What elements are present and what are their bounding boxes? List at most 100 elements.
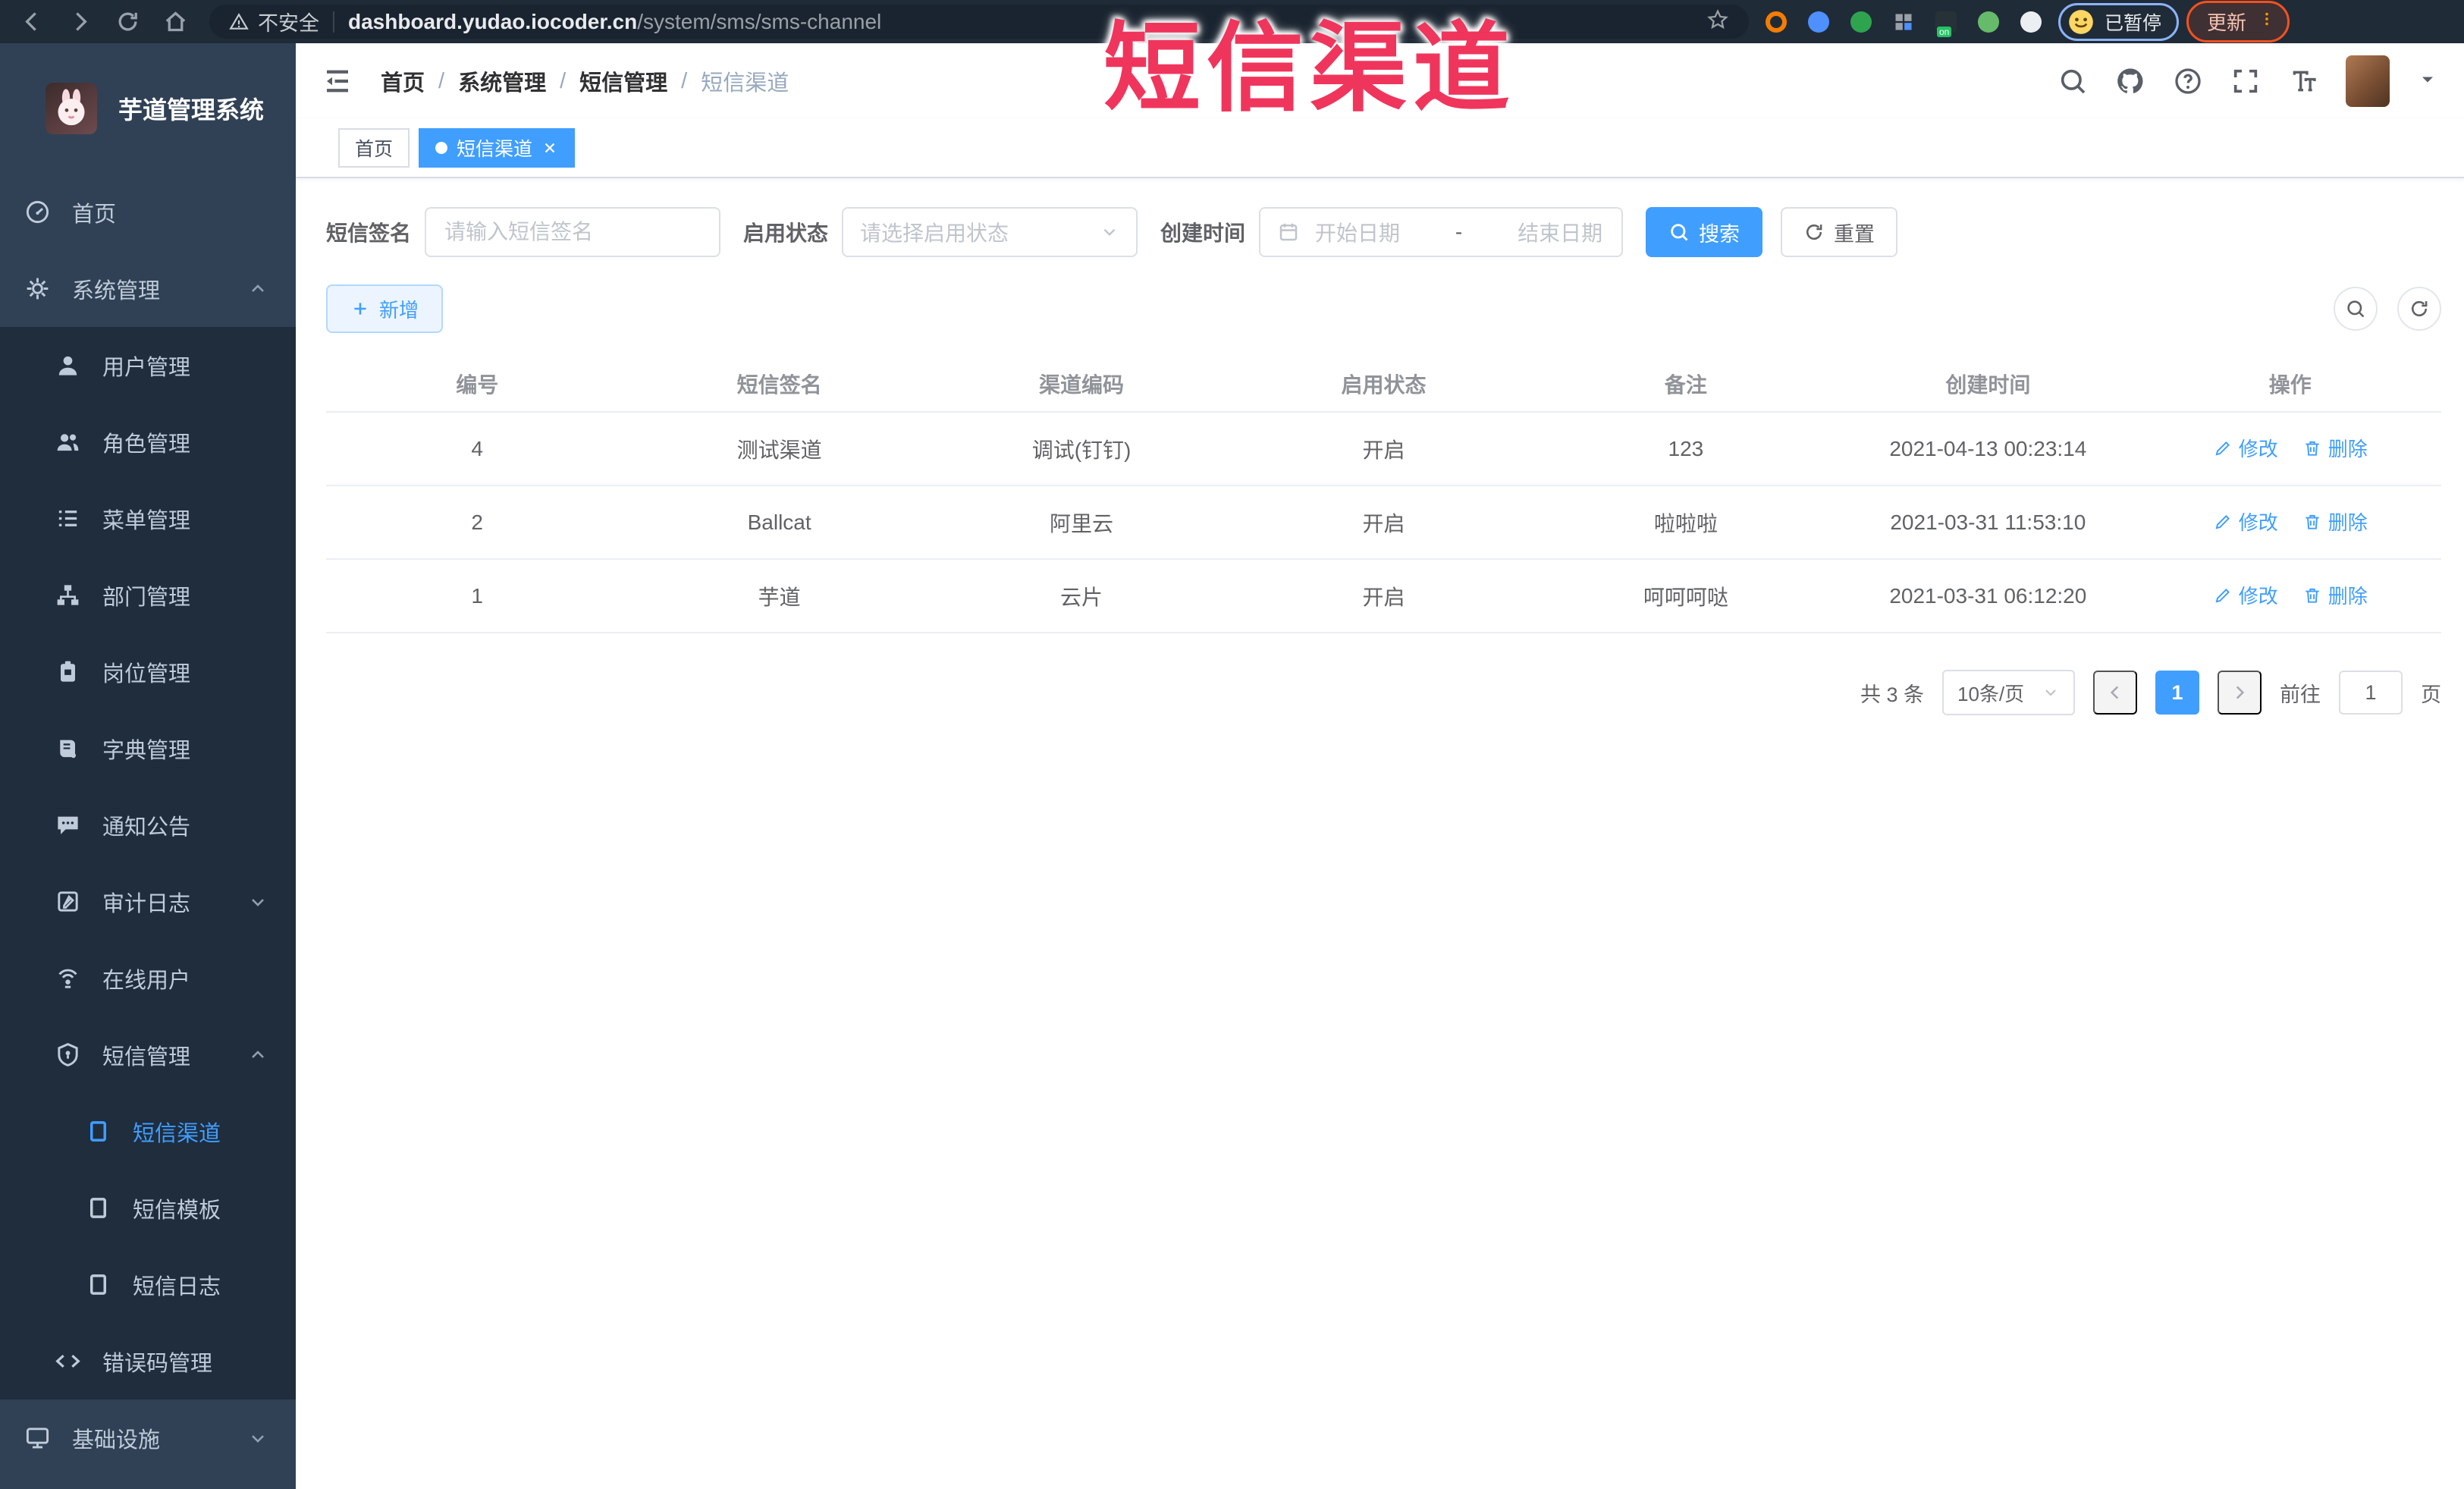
extension-puzzle-icon[interactable] bbox=[2019, 10, 2043, 34]
status-placeholder: 请选择启用状态 bbox=[860, 221, 1009, 245]
sidebar-item-5[interactable]: 部门管理 bbox=[0, 557, 296, 633]
table-header-2: 渠道编码 bbox=[930, 356, 1233, 413]
online-users-icon bbox=[58, 969, 77, 988]
delete-link[interactable]: 删除 bbox=[2302, 581, 2368, 609]
page-size-select[interactable]: 10条/页 bbox=[1942, 670, 2075, 715]
browser-menu-icon[interactable] bbox=[2258, 8, 2275, 36]
breadcrumb-item[interactable]: 首页 bbox=[381, 65, 425, 97]
app-title: 芋道管理系统 bbox=[118, 96, 265, 124]
reload-icon[interactable] bbox=[115, 9, 140, 34]
sidebar-item-9[interactable]: 审计日志 bbox=[0, 863, 296, 940]
security-label: 不安全 bbox=[258, 12, 319, 35]
user-icon bbox=[58, 356, 77, 375]
dashboard-icon bbox=[26, 200, 49, 224]
extension-green-check-icon[interactable] bbox=[1849, 10, 1873, 34]
search-button[interactable]: 搜索 bbox=[1646, 207, 1763, 257]
table-cell: 1 bbox=[326, 559, 629, 633]
delete-link[interactable]: 删除 bbox=[2302, 507, 2368, 536]
tabs-bar: 首页 短信渠道 bbox=[296, 119, 2464, 178]
status-select[interactable]: 请选择启用状态 bbox=[842, 207, 1138, 257]
sidebar-item-0[interactable]: 首页 bbox=[0, 174, 296, 250]
sidebar-item-2[interactable]: 用户管理 bbox=[0, 327, 296, 404]
add-button-label: 新增 bbox=[379, 298, 419, 322]
update-button[interactable]: 更新 bbox=[2186, 1, 2290, 42]
table-cell-actions: 修改 删除 bbox=[2139, 485, 2441, 560]
sidebar-item-16[interactable]: 基础设施 bbox=[0, 1399, 296, 1476]
paused-extension-badge[interactable]: 已暂停 bbox=[2058, 2, 2180, 41]
reset-button[interactable]: 重置 bbox=[1781, 207, 1898, 257]
sidebar-item-3[interactable]: 角色管理 bbox=[0, 404, 296, 480]
extension-on-badge-icon[interactable]: on bbox=[1934, 10, 1958, 37]
code-icon bbox=[55, 1355, 80, 1368]
toggle-search-button[interactable] bbox=[2334, 287, 2378, 331]
time-label: 创建时间 bbox=[1160, 221, 1246, 245]
bookmark-star-icon[interactable] bbox=[1706, 8, 1729, 35]
prev-page-button[interactable] bbox=[2093, 671, 2137, 715]
tab-home[interactable]: 首页 bbox=[338, 128, 410, 168]
search-icon[interactable] bbox=[2058, 66, 2088, 96]
sidebar-item-label: 在线用户 bbox=[102, 968, 191, 993]
reset-button-label: 重置 bbox=[1834, 222, 1875, 246]
sidebar-item-6[interactable]: 岗位管理 bbox=[0, 633, 296, 710]
extension-leaf-icon[interactable] bbox=[1976, 10, 2001, 34]
sidebar-item-7[interactable]: 字典管理 bbox=[0, 710, 296, 787]
date-range-picker[interactable]: 开始日期 - 结束日期 bbox=[1259, 207, 1624, 257]
forward-icon[interactable] bbox=[67, 9, 93, 34]
sidebar-item-14[interactable]: 短信日志 bbox=[0, 1246, 296, 1323]
delete-icon bbox=[2305, 588, 2319, 603]
sign-input[interactable] bbox=[425, 207, 721, 257]
back-icon[interactable] bbox=[20, 9, 45, 34]
user-avatar[interactable] bbox=[2346, 55, 2390, 107]
extension-grid-icon[interactable] bbox=[1891, 10, 1916, 34]
font-size-icon[interactable] bbox=[2288, 66, 2318, 96]
edit-link[interactable]: 修改 bbox=[2213, 507, 2278, 536]
breadcrumb-item[interactable]: 短信管理 bbox=[579, 65, 667, 97]
close-tab-icon[interactable] bbox=[541, 140, 558, 156]
tab-sms-channel[interactable]: 短信渠道 bbox=[419, 128, 576, 168]
breadcrumb-item[interactable]: 系统管理 bbox=[458, 65, 546, 97]
github-icon[interactable] bbox=[2115, 66, 2145, 96]
extension-location-icon[interactable] bbox=[1806, 10, 1831, 34]
sidebar-item-13[interactable]: 短信模板 bbox=[0, 1170, 296, 1246]
sidebar-item-11[interactable]: 短信管理 bbox=[0, 1016, 296, 1093]
logo-image bbox=[46, 83, 97, 134]
address-bar[interactable]: 不安全 dashboard.yudao.iocoder.cn/system/sm… bbox=[209, 5, 1749, 39]
breadcrumb-item: 短信渠道 bbox=[701, 71, 789, 96]
edit-link[interactable]: 修改 bbox=[2213, 434, 2278, 462]
sidebar-item-12[interactable]: 短信渠道 bbox=[0, 1093, 296, 1170]
announcement-icon bbox=[58, 816, 78, 834]
delete-link[interactable]: 删除 bbox=[2302, 434, 2368, 462]
logo-row[interactable]: 芋道管理系统 bbox=[0, 43, 296, 174]
hamburger-icon[interactable] bbox=[322, 65, 353, 97]
sidebar-item-label: 用户管理 bbox=[102, 355, 191, 380]
extension-orange-ring-icon[interactable] bbox=[1764, 10, 1788, 34]
sidebar-item-4[interactable]: 菜单管理 bbox=[0, 480, 296, 557]
caret-down-icon[interactable] bbox=[2417, 69, 2438, 94]
home-icon[interactable] bbox=[163, 9, 188, 34]
sidebar-item-10[interactable]: 在线用户 bbox=[0, 940, 296, 1016]
sidebar-item-label: 短信管理 bbox=[102, 1044, 191, 1070]
edit-link[interactable]: 修改 bbox=[2213, 581, 2278, 609]
chevron-down-icon bbox=[2045, 690, 2056, 696]
help-icon[interactable] bbox=[2173, 66, 2203, 96]
sidebar-item-1[interactable]: 系统管理 bbox=[0, 250, 296, 327]
chevron-left-icon bbox=[2110, 686, 2119, 699]
add-button[interactable]: 新增 bbox=[326, 284, 444, 333]
security-status[interactable]: 不安全 bbox=[229, 7, 319, 36]
sidebar-item-label: 角色管理 bbox=[102, 432, 191, 457]
table-cell: 2021-03-31 06:12:20 bbox=[1837, 559, 2139, 633]
fullscreen-icon[interactable] bbox=[2230, 66, 2261, 96]
page-number-1[interactable]: 1 bbox=[2155, 671, 2199, 715]
table-cell: 4 bbox=[326, 412, 629, 486]
table-header-0: 编号 bbox=[326, 356, 629, 413]
search-icon bbox=[1671, 224, 1688, 241]
date-end-placeholder: 结束日期 bbox=[1518, 221, 1603, 245]
refresh-table-button[interactable] bbox=[2397, 287, 2441, 331]
next-page-button[interactable] bbox=[2218, 671, 2262, 715]
sidebar-item-label: 错误码管理 bbox=[102, 1351, 213, 1376]
paused-label: 已暂停 bbox=[2105, 12, 2162, 34]
goto-page-input[interactable] bbox=[2339, 671, 2403, 715]
edit-icon bbox=[2215, 588, 2230, 603]
sidebar-item-8[interactable]: 通知公告 bbox=[0, 787, 296, 863]
sidebar-item-15[interactable]: 错误码管理 bbox=[0, 1323, 296, 1399]
